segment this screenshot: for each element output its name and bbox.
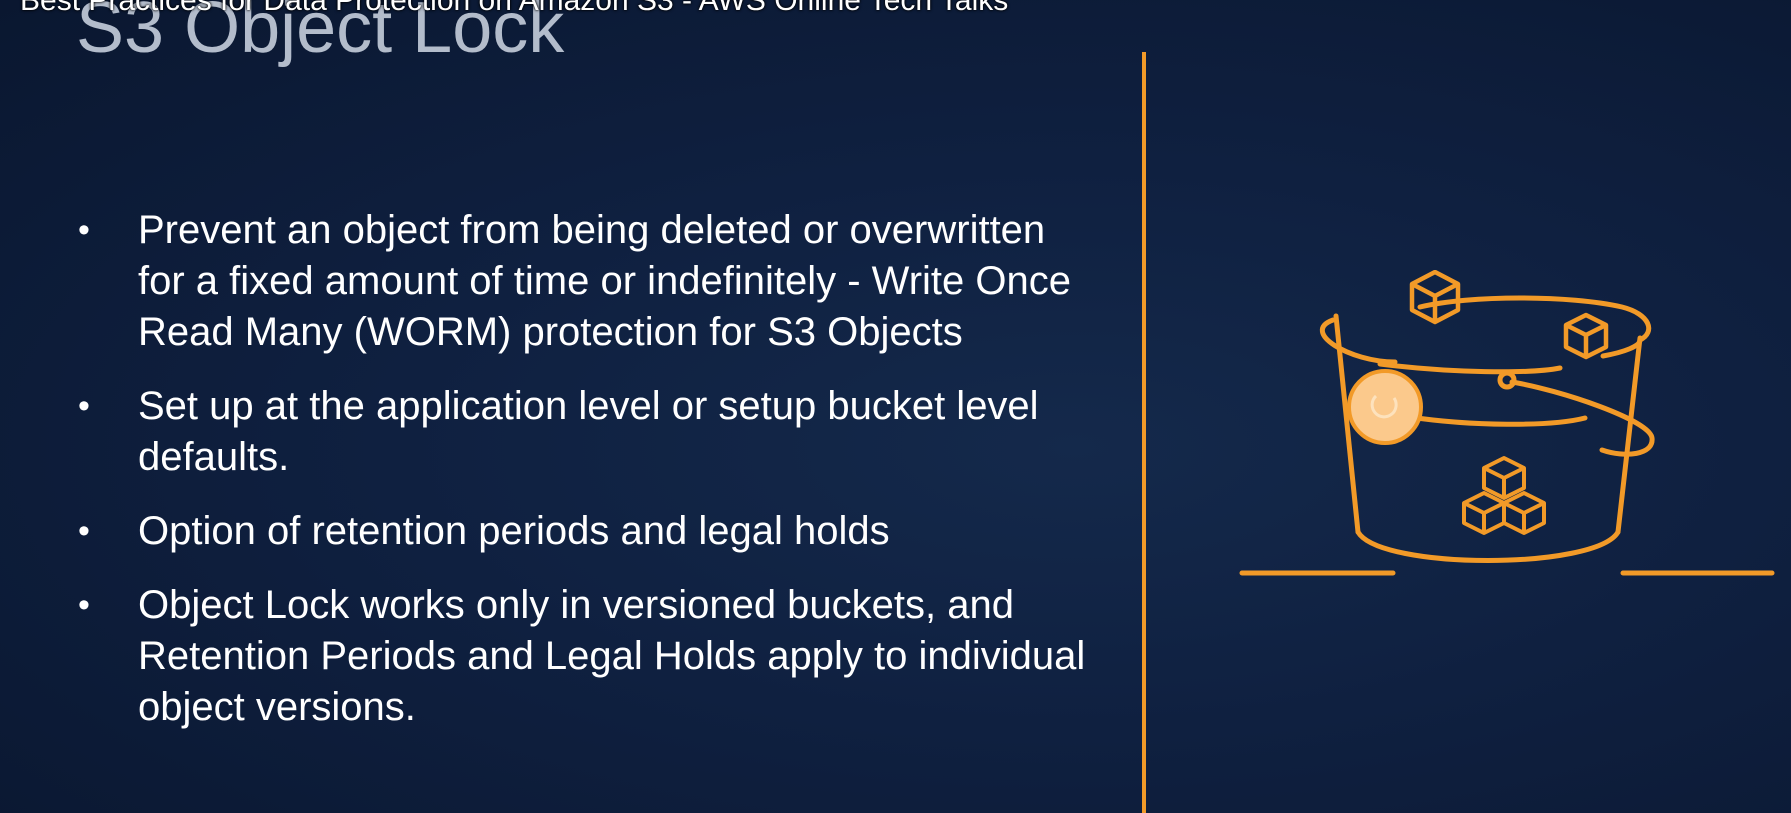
bullet-dot-icon: •: [78, 387, 90, 425]
bullet-text: Prevent an object from being deleted or …: [138, 208, 1071, 354]
divider-line: [1142, 52, 1146, 813]
bullet-dot-icon: •: [78, 512, 90, 550]
bullet-text: Option of retention periods and legal ho…: [138, 509, 890, 553]
bullet-list: • Prevent an object from being deleted o…: [78, 205, 1088, 756]
bullet-item: • Set up at the application level or set…: [78, 381, 1088, 483]
bullet-item: • Option of retention periods and legal …: [78, 506, 1088, 557]
bullet-item: • Object Lock works only in versioned bu…: [78, 580, 1088, 733]
bullet-dot-icon: •: [78, 211, 90, 249]
s3-bucket-icon: [1230, 269, 1790, 630]
slide: Best Practices for Data Protection on Am…: [0, 0, 1791, 813]
bullet-text: Object Lock works only in versioned buck…: [138, 583, 1086, 729]
bullet-dot-icon: •: [78, 586, 90, 624]
video-title-overlay: Best Practices for Data Protection on Am…: [20, 0, 1009, 17]
bullet-text: Set up at the application level or setup…: [138, 384, 1039, 479]
bullet-item: • Prevent an object from being deleted o…: [78, 205, 1088, 358]
